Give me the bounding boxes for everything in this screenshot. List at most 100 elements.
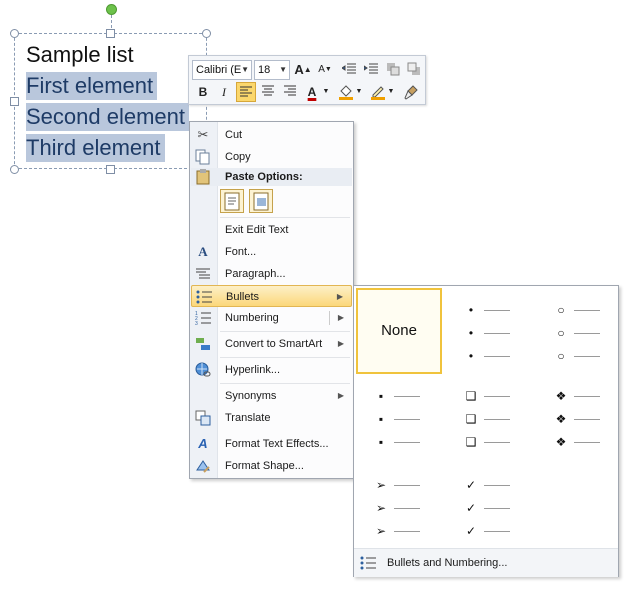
bullet-symbol: • [468, 326, 474, 340]
selected-text-line[interactable]: Second element [26, 103, 189, 131]
bullet-style-diamond-cross[interactable]: ❖ ❖ ❖ [536, 376, 622, 462]
bring-forward-button[interactable] [383, 60, 403, 80]
send-backward-icon [407, 62, 420, 75]
format-painter-button[interactable] [401, 82, 421, 102]
selected-text-line[interactable]: Third element [26, 134, 165, 162]
menu-item-label: Exit Edit Text [225, 224, 289, 236]
bullet-style-filled-square[interactable]: ▪ ▪ ▪ [356, 376, 442, 462]
menu-item-numbering[interactable]: 123 Numbering ▶ [191, 307, 352, 329]
paste-picture-button[interactable] [249, 189, 273, 213]
send-backward-button[interactable] [404, 60, 424, 80]
menu-item-format-shape[interactable]: Format Shape... [191, 455, 352, 477]
paste-options-label: Paste Options: [225, 171, 303, 183]
svg-text:3: 3 [195, 321, 198, 326]
resize-handle-bottom-left[interactable] [10, 165, 19, 174]
translate-icon [195, 410, 211, 426]
menu-item-cut[interactable]: ✂ Cut [191, 124, 352, 146]
selected-text-line[interactable]: First element [26, 72, 158, 100]
bullet-symbol: ❖ [555, 435, 567, 449]
rotation-handle[interactable] [106, 4, 117, 15]
paste-keep-text-button[interactable] [220, 189, 244, 213]
resize-handle-top[interactable] [106, 29, 115, 38]
shape-fill-button[interactable] [336, 82, 356, 102]
menu-item-label: Numbering [225, 312, 279, 324]
chevron-down-icon: ▼ [279, 65, 287, 74]
resize-handle-bottom[interactable] [106, 165, 115, 174]
bullets-submenu: None • • • ○ ○ ○ ▪ ▪ ▪ ❑ ❑ ❑ ❖ ❖ ❖ ➢ ➢ ➢… [353, 285, 619, 577]
menu-separator [220, 331, 350, 332]
bullet-symbol: ▪ [378, 389, 384, 403]
align-right-button[interactable] [280, 82, 300, 102]
grow-font-button[interactable]: A▲ [293, 60, 313, 80]
resize-handle-top-right[interactable] [202, 29, 211, 38]
bullet-symbol: ➢ [375, 501, 387, 515]
bullets-icon [360, 555, 376, 571]
mini-toolbar: Calibri (E ▼ 18 ▼ A▲ A▼ B I A ▼ ▼ ▼ [188, 55, 426, 105]
bullet-symbol: • [468, 303, 474, 317]
bullet-style-hollow-square[interactable]: ❑ ❑ ❑ [446, 376, 532, 462]
submenu-arrow-icon: ▶ [337, 313, 344, 322]
resize-handle-top-left[interactable] [10, 29, 19, 38]
menu-item-translate[interactable]: Translate [191, 407, 352, 429]
align-left-button[interactable] [236, 82, 256, 102]
font-size-value: 18 [258, 64, 271, 76]
menu-item-label: Cut [225, 129, 243, 141]
paste-text-icon [224, 192, 240, 211]
menu-item-format-text-effects[interactable]: A Format Text Effects... [191, 433, 352, 455]
menu-item-synonyms[interactable]: Synonyms ▶ [191, 385, 352, 407]
bullets-and-numbering-item[interactable]: Bullets and Numbering... [354, 548, 618, 577]
scissors-icon: ✂ [197, 127, 209, 142]
bullet-style-arrow[interactable]: ➢ ➢ ➢ [356, 462, 442, 548]
font-icon: A [198, 244, 208, 259]
bullet-symbol: ▪ [378, 412, 384, 426]
bullet-style-filled-round[interactable]: • • • [446, 288, 532, 374]
shape-outline-button[interactable] [368, 82, 388, 102]
decrease-indent-button[interactable] [339, 60, 359, 80]
bullet-style-checkmark[interactable]: ✓ ✓ ✓ [446, 462, 532, 548]
menu-item-label: Hyperlink... [225, 364, 281, 376]
chevron-down-icon[interactable]: ▼ [386, 82, 396, 102]
bullet-symbol: ❑ [465, 412, 477, 426]
menu-item-hyperlink[interactable]: Hyperlink... [191, 359, 352, 381]
paragraph-icon [195, 266, 211, 282]
bullet-symbol: ▪ [378, 435, 384, 449]
font-name-combo[interactable]: Calibri (E ▼ [192, 60, 252, 80]
clipboard-icon [195, 169, 211, 191]
chevron-down-icon[interactable]: ▼ [321, 82, 331, 102]
increase-indent-button[interactable] [361, 60, 381, 80]
menu-item-paragraph[interactable]: Paragraph... [191, 263, 352, 285]
bullet-style-hollow-round[interactable]: ○ ○ ○ [536, 288, 622, 374]
chevron-down-icon[interactable]: ▼ [354, 82, 364, 102]
menu-item-convert-smartart[interactable]: Convert to SmartArt ▶ [191, 333, 352, 355]
align-center-button[interactable] [258, 82, 278, 102]
text-effects-icon: A [198, 436, 208, 451]
font-size-combo[interactable]: 18 ▼ [254, 60, 290, 80]
menu-item-exit-edit-text[interactable]: Exit Edit Text [191, 219, 352, 241]
paste-options-header: Paste Options: [191, 168, 352, 186]
bullet-symbol: ✓ [465, 524, 477, 538]
menu-item-copy[interactable]: Copy [191, 146, 352, 168]
menu-item-label: Copy [225, 151, 251, 163]
menu-item-label: Format Shape... [225, 460, 304, 472]
bold-button[interactable]: B [193, 82, 213, 102]
shrink-font-button[interactable]: A▼ [315, 60, 335, 80]
submenu-arrow-icon: ▶ [336, 292, 343, 301]
menu-item-label: Paragraph... [225, 268, 286, 280]
bullet-symbol: ✓ [465, 478, 477, 492]
font-color-button[interactable]: A [302, 82, 322, 102]
bullet-style-none[interactable]: None [356, 288, 442, 374]
menu-item-label: Format Text Effects... [225, 438, 329, 450]
bring-forward-icon [387, 63, 400, 76]
italic-button[interactable]: I [214, 82, 234, 102]
paste-picture-icon [253, 192, 269, 211]
resize-handle-left[interactable] [10, 97, 19, 106]
bullet-none-label: None [381, 322, 417, 339]
menu-item-bullets[interactable]: Bullets ▶ [191, 285, 352, 307]
menu-item-font[interactable]: A Font... [191, 241, 352, 263]
slide-text-line[interactable]: Sample list [26, 41, 134, 69]
chevron-down-icon: ▼ [241, 65, 249, 74]
font-name-value: Calibri (E [196, 64, 242, 76]
bullet-symbol: ❖ [555, 412, 567, 426]
bullet-symbol: ➢ [375, 478, 387, 492]
bullet-symbol: ○ [557, 303, 565, 317]
